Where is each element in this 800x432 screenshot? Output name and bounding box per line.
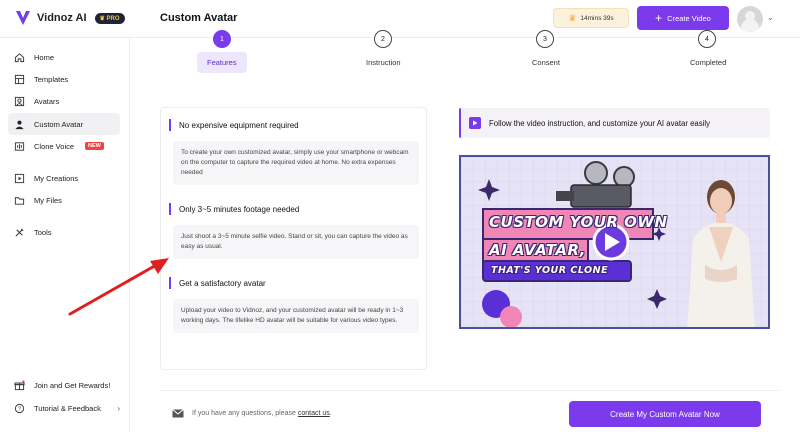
sidebar-item-label: Tools [34, 227, 52, 237]
plus-icon: + [655, 11, 663, 25]
feature-heading: Get a satisfactory avatar [169, 277, 266, 289]
sidebar-item-label: Home [34, 52, 55, 62]
tab-features[interactable]: Features [197, 52, 247, 73]
chevron-down-icon[interactable]: ⌄ [767, 13, 774, 22]
bottom-action-bar: If you have any questions, please contac… [160, 390, 780, 432]
sidebar-item-label: Templates [34, 74, 69, 84]
accent-bar [169, 119, 171, 131]
svg-text:?: ? [18, 406, 21, 412]
question-prefix: If you have any questions, please [192, 410, 296, 417]
sidebar-item-label: My Creations [34, 173, 79, 183]
pro-badge: ♛ PRO [94, 12, 125, 24]
video-instruction-hint: Follow the video instruction, and custom… [459, 108, 770, 138]
sidebar-item-label: Custom Avatar [34, 119, 84, 129]
video-icon [469, 117, 481, 129]
contact-row: If you have any questions, please contac… [172, 409, 332, 418]
sidebar-item-avatars[interactable]: Avatars [8, 90, 120, 112]
clone-voice-icon [14, 141, 25, 151]
feature-title: No expensive equipment required [179, 120, 299, 130]
time-remaining-text: 14mins 39s [580, 14, 614, 22]
sidebar-item-my-creations[interactable]: My Creations [8, 167, 120, 189]
brand-logo[interactable]: Vidnoz AI ♛ PRO [14, 9, 125, 27]
progress-stepper: 1 Features 2 Instruction 3 Consent 4 Com… [160, 30, 800, 78]
chevron-right-icon: › [117, 403, 120, 413]
sidebar-item-clone-voice[interactable]: Clone Voice NEW [8, 135, 120, 157]
top-bar: Vidnoz AI ♛ PRO Custom Avatar ♛ 14mins 3… [0, 0, 800, 38]
accent-bar [169, 203, 171, 215]
custom-avatar-icon [15, 120, 24, 129]
step-2-circle: 2 [374, 30, 392, 48]
time-remaining-chip[interactable]: ♛ 14mins 39s [553, 8, 629, 28]
user-avatar[interactable] [737, 6, 763, 32]
create-video-label: Create Video [667, 13, 711, 23]
sidebar-item-label: Clone Voice [34, 141, 75, 151]
sidebar: Home Templates Avatars Custom Avatar Clo… [0, 38, 130, 432]
feature-description: To create your own customized avatar, si… [173, 141, 419, 185]
step-3-circle: 3 [536, 30, 554, 48]
feature-description: Just shoot a 3~5 minute selfie video. St… [173, 225, 419, 259]
step-4-circle: 4 [698, 30, 716, 48]
video-banner-line-1: CUSTOM YOUR OWN [489, 213, 668, 231]
feature-heading: Only 3~5 minutes footage needed [169, 203, 299, 215]
tools-icon [15, 227, 24, 237]
video-banner-line-3: THAT'S YOUR CLONE [491, 265, 609, 276]
annotation-arrow-icon [68, 258, 169, 316]
step-1-circle: 1 [213, 30, 231, 48]
creations-icon [14, 173, 25, 183]
sidebar-item-custom-avatar[interactable]: Custom Avatar [8, 113, 120, 135]
sidebar-item-label: My Files [34, 195, 62, 205]
question-text: If you have any questions, please contac… [192, 410, 332, 417]
sidebar-item-label: Avatars [34, 96, 60, 106]
sidebar-item-label: Tutorial & Feedback [34, 403, 101, 413]
sidebar-item-tutorial[interactable]: ? Tutorial & Feedback › [8, 397, 120, 419]
pro-badge-label: PRO [106, 15, 120, 22]
video-hint-text: Follow the video instruction, and custom… [489, 118, 711, 128]
tab-completed[interactable]: Completed [690, 58, 726, 67]
templates-icon [14, 74, 25, 84]
tutorial-video-player[interactable]: CUSTOM YOUR OWN AI AVATAR, THAT'S YOUR C… [459, 155, 770, 329]
feature-title: Get a satisfactory avatar [179, 278, 266, 288]
create-custom-avatar-button[interactable]: Create My Custom Avatar Now [569, 401, 761, 427]
new-badge: NEW [85, 142, 104, 150]
contact-us-link[interactable]: contact us [298, 410, 330, 417]
tab-consent[interactable]: Consent [532, 58, 560, 67]
files-icon [14, 196, 25, 205]
sidebar-item-templates[interactable]: Templates [8, 68, 120, 90]
feature-description: Upload your video to Vidnoz, and your cu… [173, 299, 419, 333]
mail-icon [172, 409, 184, 418]
accent-bar [459, 108, 461, 138]
home-icon [14, 52, 25, 62]
sidebar-item-label: Join and Get Rewards! [34, 380, 111, 390]
sidebar-item-home[interactable]: Home [8, 46, 120, 68]
tab-instruction[interactable]: Instruction [366, 58, 401, 67]
sidebar-item-rewards[interactable]: Join and Get Rewards! [8, 374, 120, 396]
avatars-icon [14, 96, 25, 106]
features-card: No expensive equipment required To creat… [160, 107, 427, 370]
gift-icon [14, 379, 25, 390]
question-period: . [329, 410, 332, 417]
create-video-button[interactable]: + Create Video [637, 6, 729, 30]
feature-heading: No expensive equipment required [169, 119, 299, 131]
crown-icon: ♛ [568, 12, 577, 23]
brand-name: Vidnoz AI [37, 12, 87, 24]
sidebar-item-my-files[interactable]: My Files [8, 189, 120, 211]
video-banner-line-2: AI AVATAR, [489, 241, 586, 259]
sidebar-item-tools[interactable]: Tools [8, 221, 120, 243]
help-icon: ? [14, 403, 25, 413]
vidnoz-logo-icon [16, 11, 30, 25]
page-title: Custom Avatar [160, 12, 238, 24]
feature-title: Only 3~5 minutes footage needed [179, 204, 300, 214]
